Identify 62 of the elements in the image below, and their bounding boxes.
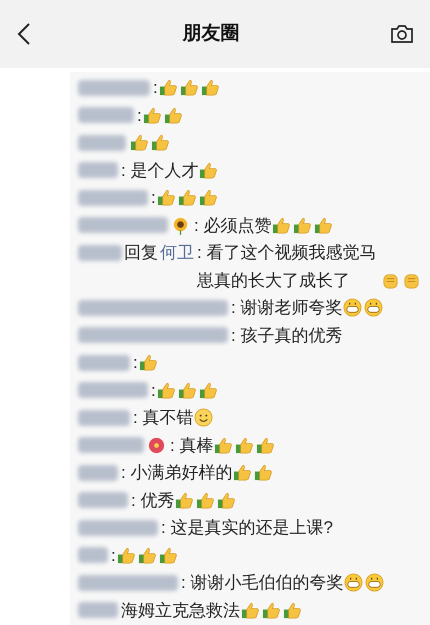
comment-text: : 看了这个视频我感觉马崽真的长大了成长了 — [197, 242, 378, 292]
thumbs-up-icon — [130, 133, 149, 152]
thumbs-up-icon — [178, 380, 197, 400]
comment-text: : — [137, 104, 142, 126]
comment-text: : 小满弟好样的 — [121, 462, 232, 484]
thumbs-up-icon — [196, 490, 216, 510]
page-title: 朋友圈 — [182, 22, 240, 46]
reply-target-name[interactable]: 何卫 — [160, 239, 194, 266]
thumbs-up-icon — [233, 463, 252, 482]
thumbs-up-icon — [158, 546, 178, 565]
comment-text: : 谢谢老师夸奖 — [231, 297, 342, 319]
comment-text: : 优秀 — [131, 490, 174, 512]
comment-text: 海姆立克急救法 — [121, 600, 240, 622]
thumbs-up-icon — [138, 546, 157, 565]
comment-text: : — [133, 352, 138, 374]
thumbs-up-icon — [214, 436, 234, 455]
thumbs-up-icon — [156, 188, 176, 208]
comment-text: : 必须点赞 — [194, 214, 272, 236]
comment-text: : 孩子真的优秀 — [231, 324, 342, 346]
grinning-face-icon — [344, 573, 364, 592]
thumbs-up-icon — [272, 216, 292, 235]
thumbs-up-icon — [199, 160, 218, 180]
thumbs-up-icon — [164, 106, 183, 125]
thumbs-up-icon — [158, 78, 178, 98]
thumbs-up-icon — [283, 600, 302, 620]
reply-label: 回复 — [124, 242, 158, 264]
thumbs-up-icon — [116, 546, 136, 565]
comment-text: : 真棒 — [170, 434, 214, 456]
thumbs-up-icon — [217, 490, 236, 510]
thumbs-up-icon — [175, 490, 194, 510]
thumbs-up-icon — [256, 436, 276, 455]
thumbs-up-icon — [198, 380, 218, 400]
grinning-face-icon — [343, 298, 362, 318]
comment-text: : — [151, 380, 156, 402]
thumbs-up-icon — [200, 78, 220, 98]
comment-text: : — [111, 544, 116, 566]
grinning-face-icon — [365, 573, 384, 592]
thumbs-up-icon — [138, 353, 158, 372]
thumbs-up-icon — [178, 188, 197, 208]
comment-text: : 真不错 — [133, 407, 194, 429]
thumbs-up-icon — [293, 216, 312, 235]
comment-text: : — [153, 77, 158, 99]
thumbs-up-icon — [142, 106, 162, 125]
camera-icon — [390, 24, 414, 44]
sunflower-icon — [171, 216, 190, 235]
thumbs-up-icon — [314, 216, 334, 235]
comment-text: : 是个人才 — [121, 160, 198, 182]
flower-icon — [147, 436, 166, 455]
thumbs-up-icon — [151, 133, 170, 152]
smiley-face-icon — [194, 408, 214, 428]
thumbs-up-icon — [262, 600, 281, 620]
thumbs-up-icon — [235, 436, 254, 455]
comment-text: : 这是真实的还是上课? — [161, 517, 333, 539]
thumbs-up-icon — [241, 600, 260, 620]
thumbs-up-icon — [254, 463, 274, 482]
thumbs-up-icon — [180, 78, 199, 98]
thumbs-up-icon — [156, 380, 176, 400]
comment-text: : — [151, 187, 156, 209]
comment-text: : 谢谢小毛伯伯的夸奖 — [181, 572, 344, 594]
back-icon — [17, 22, 31, 46]
grinning-face-icon — [364, 298, 384, 318]
thumbs-up-icon — [198, 188, 218, 208]
